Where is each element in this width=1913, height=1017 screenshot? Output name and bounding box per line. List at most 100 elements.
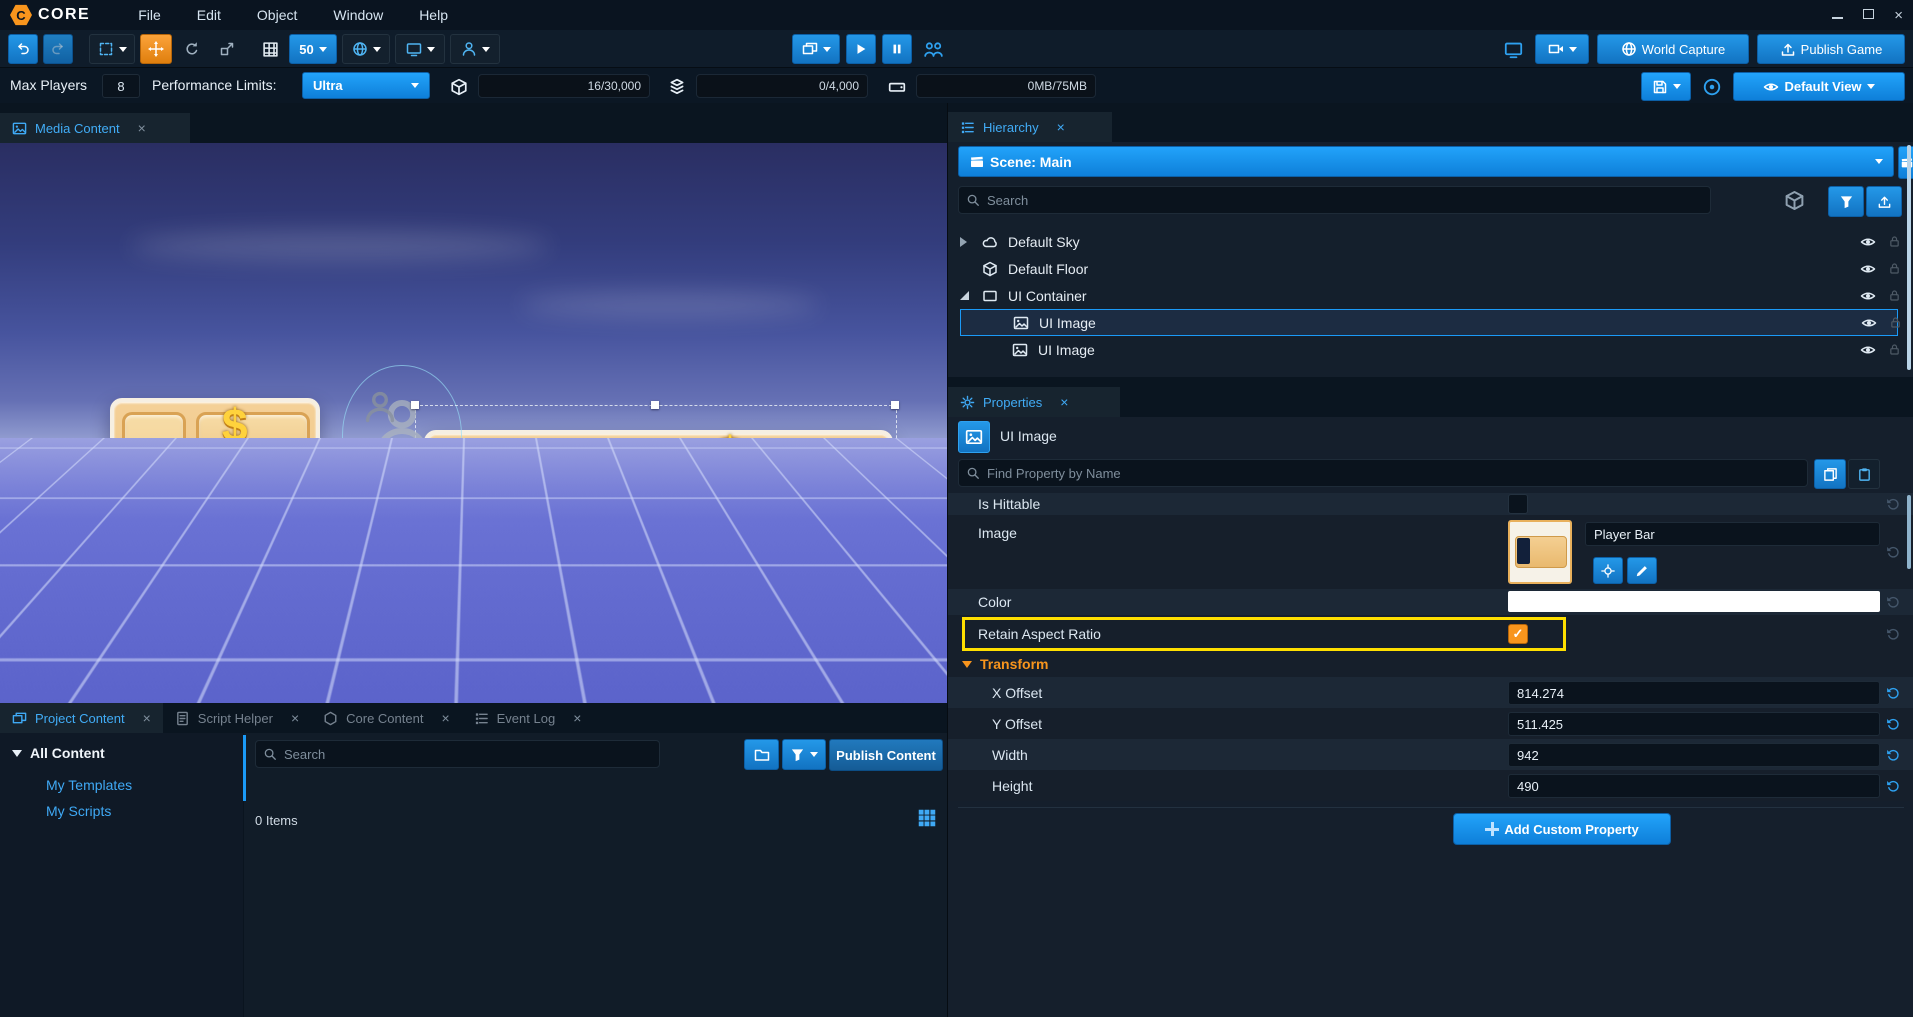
lock-icon[interactable] — [1888, 262, 1901, 275]
publish-game-button[interactable]: Publish Game — [1757, 34, 1905, 64]
play-button[interactable] — [846, 34, 876, 64]
save-dropdown[interactable] — [1641, 72, 1691, 101]
maximize-button[interactable] — [1863, 6, 1874, 24]
sidebar-item-my-scripts[interactable]: My Scripts — [46, 803, 111, 819]
hierarchy-filter-button[interactable] — [1828, 186, 1864, 217]
content-filter-dropdown[interactable] — [782, 739, 826, 770]
default-view-dropdown[interactable]: Default View — [1733, 72, 1905, 101]
tab-event-log[interactable]: Event Log × — [462, 703, 594, 733]
sidebar-item-all-content[interactable]: All Content — [12, 745, 105, 761]
ui-bar-asset-left[interactable]: $ — [110, 398, 320, 598]
scale-tool-button[interactable] — [212, 35, 242, 63]
close-icon[interactable]: × — [143, 710, 151, 726]
max-players-field[interactable]: 8 — [102, 74, 140, 98]
transform-section-header[interactable]: Transform — [948, 653, 1913, 677]
new-folder-button[interactable] — [744, 739, 779, 770]
menu-window[interactable]: Window — [333, 7, 383, 23]
lock-icon[interactable] — [1889, 316, 1902, 329]
reset-icon[interactable] — [1886, 627, 1901, 642]
snap-grid-button[interactable] — [256, 35, 284, 63]
menu-help[interactable]: Help — [419, 7, 448, 23]
content-search-input[interactable] — [255, 740, 660, 768]
undo-button[interactable] — [8, 34, 38, 64]
tab-properties[interactable]: Properties × — [948, 387, 1120, 417]
menu-file[interactable]: File — [138, 7, 161, 23]
hierarchy-item-default-sky[interactable]: Default Sky — [948, 228, 1913, 255]
content-sidebar-scrollbar[interactable] — [243, 735, 246, 801]
selection-mode-dropdown[interactable] — [89, 34, 135, 64]
expander-icon[interactable] — [960, 291, 969, 300]
selection-handle[interactable] — [411, 654, 419, 662]
menu-object[interactable]: Object — [257, 7, 297, 23]
world-space-dropdown[interactable] — [342, 34, 390, 64]
selection-handle[interactable] — [891, 654, 899, 662]
visibility-eye-icon[interactable] — [1860, 288, 1876, 304]
y-offset-field[interactable]: 511.425 — [1508, 712, 1880, 736]
close-icon[interactable]: × — [1057, 119, 1065, 135]
tab-core-content[interactable]: Core Content × — [311, 703, 462, 733]
reset-icon[interactable] — [1886, 595, 1901, 610]
rotate-tool-button[interactable] — [177, 35, 207, 63]
dynamic-objects-button[interactable] — [1784, 190, 1805, 211]
selection-handle[interactable] — [891, 527, 899, 535]
player-mode-dropdown[interactable] — [450, 34, 500, 64]
hierarchy-item-default-floor[interactable]: Default Floor — [948, 255, 1913, 282]
screen-mode-dropdown[interactable] — [395, 34, 445, 64]
copy-properties-button[interactable] — [1814, 459, 1846, 489]
multiplayer-preview-dropdown[interactable] — [792, 34, 840, 64]
color-swatch[interactable] — [1508, 591, 1880, 612]
selection-handle[interactable] — [891, 401, 899, 409]
visibility-eye-icon[interactable] — [1860, 342, 1876, 358]
move-tool-button[interactable] — [140, 34, 172, 64]
retain-aspect-checkbox[interactable]: ✓ — [1508, 624, 1528, 644]
width-field[interactable]: 942 — [1508, 743, 1880, 767]
hierarchy-item-ui-image[interactable]: UI Image — [948, 336, 1913, 363]
selection-handle[interactable] — [651, 401, 659, 409]
image-asset-field[interactable]: Player Bar — [1585, 522, 1880, 546]
image-thumbnail[interactable] — [1508, 520, 1572, 584]
minimize-button[interactable] — [1832, 6, 1843, 24]
tab-hierarchy[interactable]: Hierarchy × — [948, 112, 1112, 142]
viewport-canvas[interactable]: $ $ Z X Y — [0, 143, 947, 703]
device-preview-button[interactable] — [1499, 35, 1527, 63]
reset-icon[interactable] — [1886, 497, 1901, 512]
edit-asset-button[interactable] — [1627, 557, 1657, 584]
height-field[interactable]: 490 — [1508, 774, 1880, 798]
x-offset-field[interactable]: 814.274 — [1508, 681, 1880, 705]
pause-button[interactable] — [882, 34, 912, 64]
expander-icon[interactable] — [960, 237, 967, 247]
grid-size-dropdown[interactable]: 50 — [289, 34, 337, 64]
close-icon[interactable]: × — [573, 710, 581, 726]
sidebar-item-my-templates[interactable]: My Templates — [46, 777, 132, 793]
visibility-eye-icon[interactable] — [1860, 261, 1876, 277]
help-button[interactable] — [1699, 73, 1725, 101]
close-icon[interactable]: × — [138, 120, 146, 136]
import-button[interactable] — [1866, 186, 1902, 217]
reset-icon[interactable] — [1886, 778, 1901, 793]
tab-script-helper[interactable]: Script Helper × — [163, 703, 311, 733]
redo-button[interactable] — [43, 34, 73, 64]
is-hittable-checkbox[interactable] — [1508, 494, 1528, 514]
lock-icon[interactable] — [1888, 289, 1901, 302]
tab-media-content[interactable]: Media Content × — [0, 113, 190, 143]
visibility-eye-icon[interactable] — [1860, 234, 1876, 250]
menu-edit[interactable]: Edit — [197, 7, 221, 23]
publish-content-button[interactable]: Publish Content — [829, 739, 943, 771]
capture-mode-dropdown[interactable] — [1535, 34, 1589, 64]
hierarchy-scrollbar[interactable] — [1907, 145, 1911, 370]
property-search-input[interactable] — [958, 459, 1808, 487]
hierarchy-item-ui-container[interactable]: UI Container — [948, 282, 1913, 309]
performance-dropdown[interactable]: Ultra — [302, 72, 430, 99]
world-capture-button[interactable]: World Capture — [1597, 34, 1749, 64]
multiplayer-players-button[interactable] — [918, 35, 948, 63]
lock-icon[interactable] — [1888, 343, 1901, 356]
tab-project-content[interactable]: Project Content × — [0, 703, 163, 733]
find-asset-button[interactable] — [1593, 557, 1623, 584]
reset-icon[interactable] — [1886, 685, 1901, 700]
scene-dropdown[interactable]: Scene: Main — [958, 146, 1894, 177]
paste-properties-button[interactable] — [1848, 459, 1880, 489]
close-icon[interactable]: × — [1060, 394, 1068, 410]
reset-icon[interactable] — [1886, 747, 1901, 762]
selection-handle[interactable] — [651, 654, 659, 662]
close-icon[interactable]: × — [441, 710, 449, 726]
